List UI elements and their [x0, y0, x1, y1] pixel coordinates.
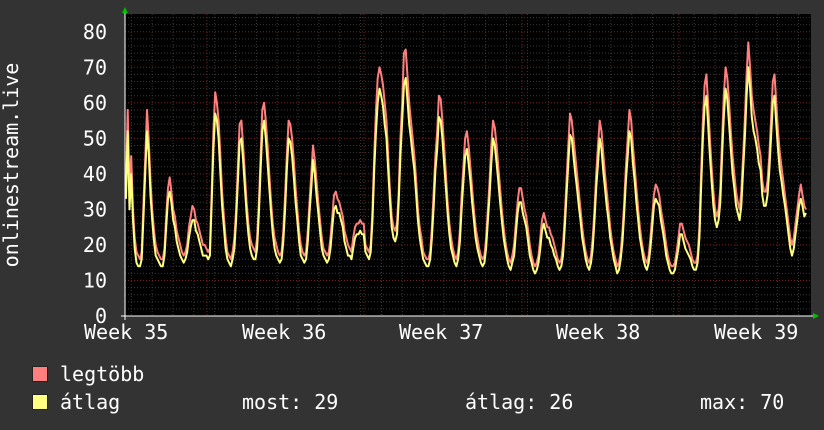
x-tick-label: Week 38: [556, 320, 640, 344]
y-axis-arrow: [122, 7, 128, 13]
y-tick-label: 50: [83, 126, 107, 150]
stat-max: max: 70: [700, 390, 785, 414]
legend-swatch-avg: [32, 394, 48, 410]
y-tick-label: 70: [83, 55, 107, 79]
x-tick-label: Week 35: [84, 320, 168, 344]
legend-swatch-max: [32, 366, 48, 382]
y-tick-label: 30: [83, 197, 107, 221]
legend-item-avg: átlag most: 29 átlag: 26 max: 70: [32, 389, 812, 417]
x-tick-label: Week 39: [714, 320, 798, 344]
legend-label-max: legtöbb: [60, 362, 145, 386]
x-tick-label: Week 36: [242, 320, 326, 344]
y-tick-label: 20: [83, 233, 107, 257]
y-axis-label: onlinestream.live: [0, 63, 23, 268]
y-tick-label: 10: [83, 269, 107, 293]
legend: legtöbb átlag most: 29 átlag: 26 max: 70: [32, 361, 812, 417]
legend-item-max: legtöbb: [32, 361, 812, 389]
stat-average: átlag: 26: [465, 390, 574, 414]
x-tick-label: Week 37: [399, 320, 483, 344]
y-tick-label: 60: [83, 91, 107, 115]
x-axis-arrow: [813, 313, 819, 319]
x-ticks: Week 35 Week 36 Week 37 Week 38 Week 39: [84, 320, 798, 344]
y-ticks: 01020304050607080: [83, 20, 107, 328]
y-tick-label: 80: [83, 20, 107, 44]
stat-current: most: 29: [242, 390, 339, 414]
y-tick-label: 40: [83, 162, 107, 186]
legend-label-avg: átlag: [60, 390, 121, 414]
